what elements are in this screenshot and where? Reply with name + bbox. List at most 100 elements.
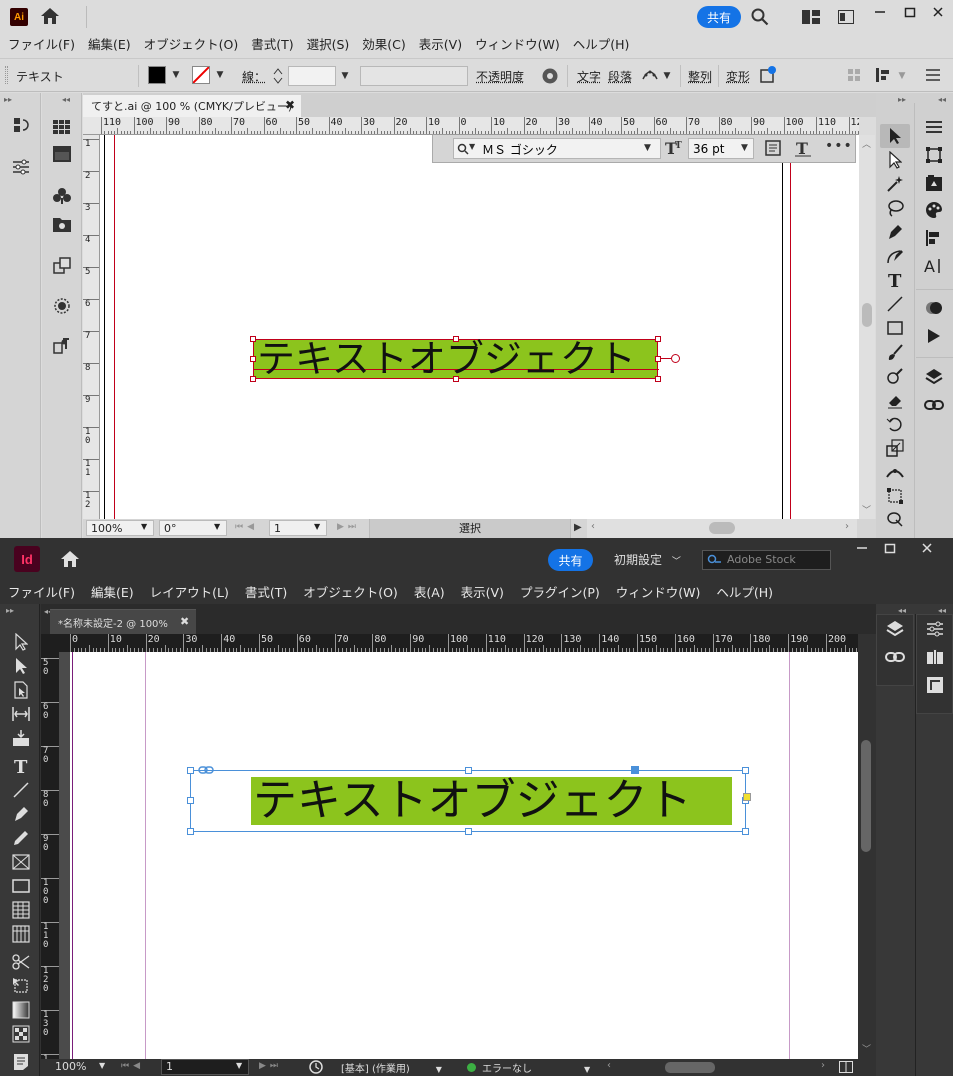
expand-icon[interactable]: ▸▸ <box>4 95 12 104</box>
minimize-button[interactable] <box>866 2 894 22</box>
font-size-dropdown-icon[interactable]: ▼ <box>741 143 748 153</box>
collapse-icon[interactable]: ◂◂ <box>62 95 70 104</box>
ai-canvas[interactable]: テキストオブジェクト ▼ ＭＳ ゴシック ▼ TT 36 pt ▼ T ••• <box>100 135 859 519</box>
frame-link-icon[interactable] <box>198 765 214 775</box>
artboard-prev-icons[interactable]: ⏮◀ <box>235 522 258 532</box>
isolate-icon[interactable] <box>848 69 860 81</box>
menu-type[interactable]: 書式(T) <box>251 34 293 53</box>
libraries-icon[interactable] <box>924 173 944 193</box>
id-style-field[interactable]: [基本] (作業用) ▼ <box>341 1060 442 1075</box>
selection-tool-icon[interactable] <box>885 126 905 146</box>
frame-handle[interactable] <box>465 828 472 835</box>
gradient-swatch-tool-icon[interactable] <box>10 999 32 1021</box>
menu-layout[interactable]: レイアウト(L) <box>150 582 229 601</box>
font-dropdown-icon[interactable]: ▼ <box>644 143 651 153</box>
scroll-down-icon[interactable]: ﹀ <box>862 1042 871 1055</box>
selection-handle[interactable] <box>453 336 459 342</box>
rectangle-tool-icon[interactable] <box>10 875 32 897</box>
search-icon[interactable] <box>751 8 769 26</box>
quick-actions-icon[interactable] <box>876 68 892 82</box>
ai-artboard-field[interactable]: 1 ▼ <box>269 520 327 536</box>
frame-handle[interactable] <box>187 767 194 774</box>
rectangle-tool-icon[interactable] <box>885 318 905 338</box>
transform-panel-icon[interactable] <box>924 145 944 165</box>
preflight-dropdown-icon[interactable]: ▼ <box>584 1065 590 1074</box>
properties-icon[interactable] <box>924 618 946 640</box>
gradient-icon[interactable] <box>52 144 72 164</box>
menu-type[interactable]: 書式(T) <box>245 582 287 601</box>
ai-rotation-field[interactable]: 0° ▼ <box>159 520 227 536</box>
frame-handle[interactable] <box>465 767 472 774</box>
paragraph-panel-icon[interactable] <box>765 140 781 156</box>
page-prev-icons[interactable]: ⏮◀ <box>121 1061 144 1071</box>
transparency-icon[interactable] <box>924 298 944 318</box>
pen-tool-icon[interactable] <box>10 803 32 825</box>
ai-text-object[interactable]: テキストオブジェクト <box>253 338 659 380</box>
page-dropdown-icon[interactable]: ▼ <box>236 1061 242 1070</box>
font-family-select[interactable]: ▼ ＭＳ ゴシック ▼ <box>453 138 661 159</box>
color-icon[interactable] <box>924 200 944 220</box>
id-canvas[interactable]: テキストオブジェクト <box>59 652 858 1059</box>
stroke-weight-input[interactable] <box>288 66 336 86</box>
pages-icon[interactable] <box>884 618 906 640</box>
id-zoom-field[interactable]: 100% ▼ <box>55 1060 111 1075</box>
shape-builder-tool-icon[interactable] <box>885 509 905 529</box>
type-tool-icon[interactable]: T <box>885 270 905 290</box>
selection-handle[interactable] <box>250 336 256 342</box>
type-options-dropdown-icon[interactable]: ▼ <box>660 67 674 85</box>
direct-selection-tool-icon[interactable] <box>10 655 32 677</box>
ai-horizontal-scroll-thumb[interactable] <box>709 522 735 534</box>
zoom-dropdown-icon[interactable]: ▼ <box>141 522 147 531</box>
panels-collapse-icon[interactable]: ◂◂ <box>938 95 946 104</box>
menu-help[interactable]: ヘルプ(H) <box>573 34 630 53</box>
horizontal-grid-tool-icon[interactable] <box>10 899 32 921</box>
workspace-dropdown-icon[interactable]: ﹀ <box>672 557 681 567</box>
character-panel-icon[interactable]: A <box>924 256 944 276</box>
ai-horizontal-scrollbar[interactable]: ‹ › <box>587 519 857 538</box>
id-page-field[interactable]: 1 ▼ <box>161 1059 249 1075</box>
opacity-label[interactable]: 不透明度 <box>476 68 524 85</box>
close-tab-icon[interactable]: ✖ <box>180 615 189 628</box>
frame-handle[interactable] <box>742 767 749 774</box>
paragraph-styles-icon[interactable] <box>52 336 72 356</box>
symbols-icon[interactable] <box>52 186 72 206</box>
menu-edit[interactable]: 編集(E) <box>88 34 131 53</box>
menu-help[interactable]: ヘルプ(H) <box>716 582 773 601</box>
rectangle-frame-tool-icon[interactable] <box>10 851 32 873</box>
rotation-dropdown-icon[interactable]: ▼ <box>214 522 220 531</box>
curvature-tool-icon[interactable] <box>885 246 905 266</box>
frame-handle[interactable] <box>187 797 194 804</box>
scroll-left-icon[interactable]: ‹ <box>591 521 595 532</box>
arrange-documents-icon[interactable] <box>838 10 854 24</box>
grip-icon[interactable] <box>5 66 8 84</box>
selection-handle[interactable] <box>453 376 459 382</box>
character-panel-icon[interactable]: T <box>794 139 812 157</box>
page-next-icons[interactable]: ▶⏭ <box>259 1061 282 1071</box>
magic-wand-tool-icon[interactable] <box>885 174 905 194</box>
stroke-label[interactable]: 線： <box>242 68 266 85</box>
close-tab-icon[interactable]: ✖ <box>285 98 295 112</box>
actions-icon[interactable] <box>924 326 944 346</box>
artboard-next-icons[interactable]: ▶⏭ <box>337 522 360 532</box>
close-button[interactable] <box>924 2 952 22</box>
workspace-icon[interactable] <box>802 10 820 24</box>
vertical-grid-tool-icon[interactable] <box>10 923 32 945</box>
scissors-tool-icon[interactable] <box>10 951 32 973</box>
eraser-tool-icon[interactable] <box>885 390 905 410</box>
scroll-right-icon[interactable]: › <box>845 521 849 532</box>
line-segment-tool-icon[interactable] <box>885 294 905 314</box>
fill-swatch[interactable] <box>148 66 166 84</box>
rotate-tool-icon[interactable] <box>885 414 905 434</box>
workspace-switcher[interactable]: 初期設定 ﹀ <box>614 551 681 568</box>
transform-link[interactable]: 変形 <box>726 68 750 85</box>
home-icon[interactable] <box>60 550 80 568</box>
panel-menu-icon[interactable] <box>924 117 944 137</box>
selection-handle[interactable] <box>655 356 661 362</box>
content-collector-tool-icon[interactable] <box>10 727 32 749</box>
maximize-button[interactable] <box>896 2 924 22</box>
ruler-origin[interactable] <box>41 634 59 652</box>
scroll-left-icon[interactable]: ‹ <box>607 1060 611 1071</box>
split-window-icon[interactable] <box>839 1061 853 1073</box>
align-link[interactable]: 整列 <box>688 68 712 85</box>
frame-handle[interactable] <box>187 828 194 835</box>
